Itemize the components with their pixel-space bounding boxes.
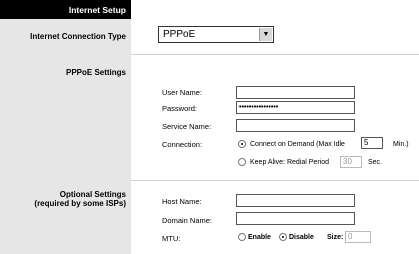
domain-name-input[interactable]: [236, 212, 355, 225]
redial-period-input[interactable]: 30: [340, 156, 362, 168]
connect-on-demand-radio[interactable]: [238, 140, 246, 148]
host-name-input[interactable]: [236, 194, 355, 207]
section-title: Internet Setup: [68, 5, 126, 15]
connect-on-demand-label: Connect on Demand (Max Idle: [250, 141, 345, 148]
service-name-input[interactable]: [236, 119, 355, 132]
keep-alive-radio[interactable]: [238, 158, 246, 166]
mtu-disable-label: Disable: [289, 234, 314, 241]
mtu-size-label: Size:: [327, 234, 344, 241]
service-name-label: Service Name:: [162, 122, 212, 131]
password-input[interactable]: ••••••••••••••••: [236, 101, 355, 114]
internet-connection-type-label: Internet Connection Type: [30, 32, 126, 41]
max-idle-input[interactable]: 5: [361, 137, 383, 149]
mtu-disable-radio[interactable]: [279, 233, 287, 241]
connection-label: Connection:: [162, 140, 203, 149]
keep-alive-label: Keep Alive: Redial Period: [250, 159, 329, 166]
domain-name-label: Domain Name:: [162, 216, 213, 225]
redial-period-unit: Sec.: [368, 159, 383, 166]
mtu-label: MTU:: [162, 234, 181, 243]
password-label: Password:: [162, 104, 198, 113]
optional-settings-note: (required by some ISPs): [34, 199, 126, 208]
mtu-enable-label: Enable: [248, 234, 271, 241]
connection-type-select[interactable]: PPPoE ▼: [158, 26, 274, 43]
mtu-size-input[interactable]: 0: [345, 231, 371, 243]
pppoe-settings-label: PPPoE Settings: [65, 68, 126, 77]
chevron-down-icon[interactable]: ▼: [259, 28, 272, 41]
mtu-enable-radio[interactable]: [238, 233, 246, 241]
divider: [131, 180, 419, 181]
divider: [131, 54, 419, 55]
max-idle-unit: Min.): [393, 141, 409, 148]
connection-type-value: PPPoE: [163, 29, 196, 40]
user-name-label: User Name:: [162, 88, 203, 97]
user-name-input[interactable]: [236, 86, 355, 99]
host-name-label: Host Name:: [162, 197, 202, 206]
